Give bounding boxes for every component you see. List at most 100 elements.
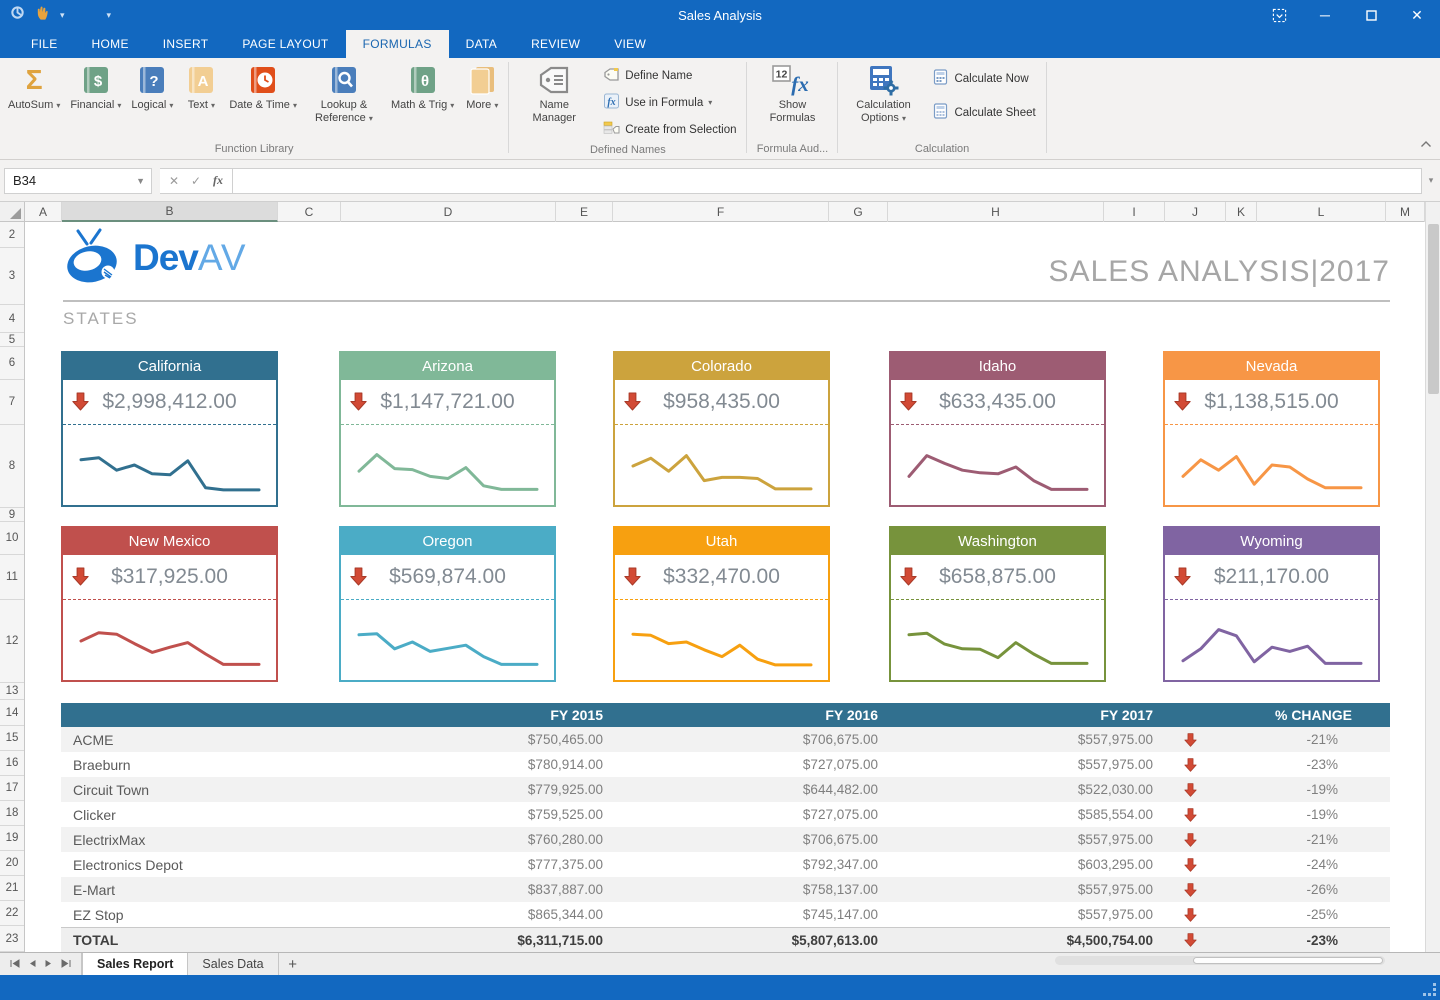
column-header-L[interactable]: L: [1257, 202, 1386, 222]
row-header-5[interactable]: 5: [0, 333, 24, 347]
use-in-formula-button[interactable]: fxUse in Formula▾: [598, 91, 741, 114]
row-header-3[interactable]: 3: [0, 248, 24, 305]
name-box[interactable]: B34 ▼: [4, 168, 152, 194]
column-header-A[interactable]: A: [25, 202, 62, 222]
row-header-2[interactable]: 2: [0, 222, 24, 248]
calculate-sheet-button[interactable]: Calculate Sheet: [927, 101, 1040, 124]
show-formulas-button[interactable]: 12fx Show Formulas: [750, 61, 834, 142]
horizontal-scrollbar[interactable]: [1055, 956, 1385, 965]
enter-icon[interactable]: ✓: [186, 174, 206, 188]
fy2015-value: $760,280.00: [350, 832, 615, 847]
row-header-23[interactable]: 23: [0, 926, 24, 952]
company-name: ACME: [61, 732, 350, 748]
row-header-4[interactable]: 4: [0, 305, 24, 333]
formula-input[interactable]: [233, 168, 1422, 194]
fy2017-value: $603,295.00: [890, 857, 1165, 872]
collapse-ribbon-icon[interactable]: [1420, 135, 1432, 153]
column-header-D[interactable]: D: [341, 202, 556, 222]
name-box-dropdown-icon[interactable]: ▼: [136, 176, 145, 186]
ribbon-tab-file[interactable]: FILE: [14, 30, 75, 58]
date-time-button[interactable]: Date & Time ▾: [224, 61, 302, 142]
insert-function-icon[interactable]: fx: [208, 173, 228, 188]
vertical-scrollbar[interactable]: [1425, 202, 1440, 952]
group-label: Defined Names: [509, 143, 746, 160]
row-header-22[interactable]: 22: [0, 901, 24, 926]
calculate-now-button[interactable]: Calculate Now: [927, 67, 1040, 90]
touch-mode-dropdown-icon[interactable]: ▾: [60, 10, 65, 21]
row-header-15[interactable]: 15: [0, 726, 24, 751]
minimize-button[interactable]: ─: [1302, 0, 1348, 30]
create-from-selection-button[interactable]: Create from Selection: [598, 118, 741, 141]
column-header-E[interactable]: E: [556, 202, 613, 222]
horizontal-scrollbar-thumb[interactable]: [1193, 957, 1383, 964]
calculation-options-button[interactable]: Calculation Options ▾: [841, 61, 925, 142]
column-header-J[interactable]: J: [1165, 202, 1226, 222]
change-value: -24%: [1215, 857, 1390, 872]
column-header-K[interactable]: K: [1226, 202, 1257, 222]
lookup-reference-button[interactable]: Lookup & Reference ▾: [302, 61, 386, 142]
row-header-12[interactable]: 12: [0, 600, 24, 683]
column-header-B[interactable]: B: [62, 202, 278, 222]
column-header-I[interactable]: I: [1104, 202, 1165, 222]
ribbon-tab-view[interactable]: VIEW: [597, 30, 663, 58]
state-card-washington: Washington $658,875.00: [889, 526, 1106, 682]
new-sheet-button[interactable]: +: [279, 953, 307, 975]
row-header-16[interactable]: 16: [0, 751, 24, 776]
ribbon-tab-data[interactable]: DATA: [449, 30, 514, 58]
next-sheet-icon[interactable]: [45, 955, 52, 973]
state-card-oregon: Oregon $569,874.00: [339, 526, 556, 682]
row-header-9[interactable]: 9: [0, 508, 24, 522]
ribbon-tab-formulas[interactable]: FORMULAS: [346, 30, 449, 58]
row-header-19[interactable]: 19: [0, 826, 24, 851]
define-name-button[interactable]: Define Name: [598, 65, 741, 87]
more-button[interactable]: More ▾: [459, 61, 505, 142]
row-header-21[interactable]: 21: [0, 876, 24, 901]
ribbon-tab-page-layout[interactable]: PAGE LAYOUT: [225, 30, 345, 58]
previous-sheet-icon[interactable]: [29, 955, 36, 973]
customize-quick-access-icon[interactable]: ▾: [107, 10, 112, 21]
row-header-17[interactable]: 17: [0, 776, 24, 801]
fy2015-value: $780,914.00: [350, 757, 615, 772]
row-header-20[interactable]: 20: [0, 851, 24, 876]
ribbon-tab-insert[interactable]: INSERT: [146, 30, 226, 58]
sheet-tab-sales-data[interactable]: Sales Data: [188, 953, 278, 975]
row-header-7[interactable]: 7: [0, 380, 24, 425]
ribbon-display-options-icon[interactable]: [1256, 0, 1302, 30]
column-header-C[interactable]: C: [278, 202, 341, 222]
financial-button[interactable]: $ Financial ▾: [65, 61, 126, 142]
touch-mode-icon[interactable]: [35, 5, 50, 26]
close-button[interactable]: ✕: [1394, 0, 1440, 30]
row-header-11[interactable]: 11: [0, 555, 24, 600]
sheet-tab-sales-report[interactable]: Sales Report: [82, 953, 188, 975]
name-manager-button[interactable]: Name Manager: [512, 61, 596, 143]
ribbon-tab-review[interactable]: REVIEW: [514, 30, 597, 58]
calculator-gear-icon: [866, 64, 900, 96]
fy2017-value: $557,975.00: [890, 907, 1165, 922]
expand-formula-bar-icon[interactable]: ▾: [1422, 175, 1440, 186]
autosum-button[interactable]: Σ AutoSum ▾: [3, 61, 65, 142]
column-header-M[interactable]: M: [1386, 202, 1425, 222]
column-header-F[interactable]: F: [613, 202, 829, 222]
row-header-14[interactable]: 14: [0, 700, 24, 726]
down-arrow-icon: [1165, 833, 1215, 847]
row-header-8[interactable]: 8: [0, 425, 24, 508]
column-header-G[interactable]: G: [829, 202, 888, 222]
logical-button[interactable]: ? Logical ▾: [126, 61, 178, 142]
text-button[interactable]: A Text ▾: [178, 61, 224, 142]
row-header-6[interactable]: 6: [0, 347, 24, 380]
row-header-18[interactable]: 18: [0, 801, 24, 826]
row-header-10[interactable]: 10: [0, 522, 24, 555]
ribbon-tab-home[interactable]: HOME: [75, 30, 146, 58]
header-divider: [63, 300, 1390, 302]
select-all-corner[interactable]: [0, 202, 25, 221]
vertical-scrollbar-thumb[interactable]: [1428, 224, 1439, 394]
maximize-button[interactable]: [1348, 0, 1394, 30]
cancel-icon[interactable]: ✕: [164, 174, 184, 188]
first-sheet-icon[interactable]: [10, 955, 20, 973]
row-header-13[interactable]: 13: [0, 683, 24, 700]
last-sheet-icon[interactable]: [61, 955, 71, 973]
column-header-H[interactable]: H: [888, 202, 1104, 222]
math-trig-button[interactable]: θ Math & Trig ▾: [386, 61, 459, 142]
down-arrow-icon: [350, 567, 367, 591]
app-icon[interactable]: [10, 5, 25, 25]
